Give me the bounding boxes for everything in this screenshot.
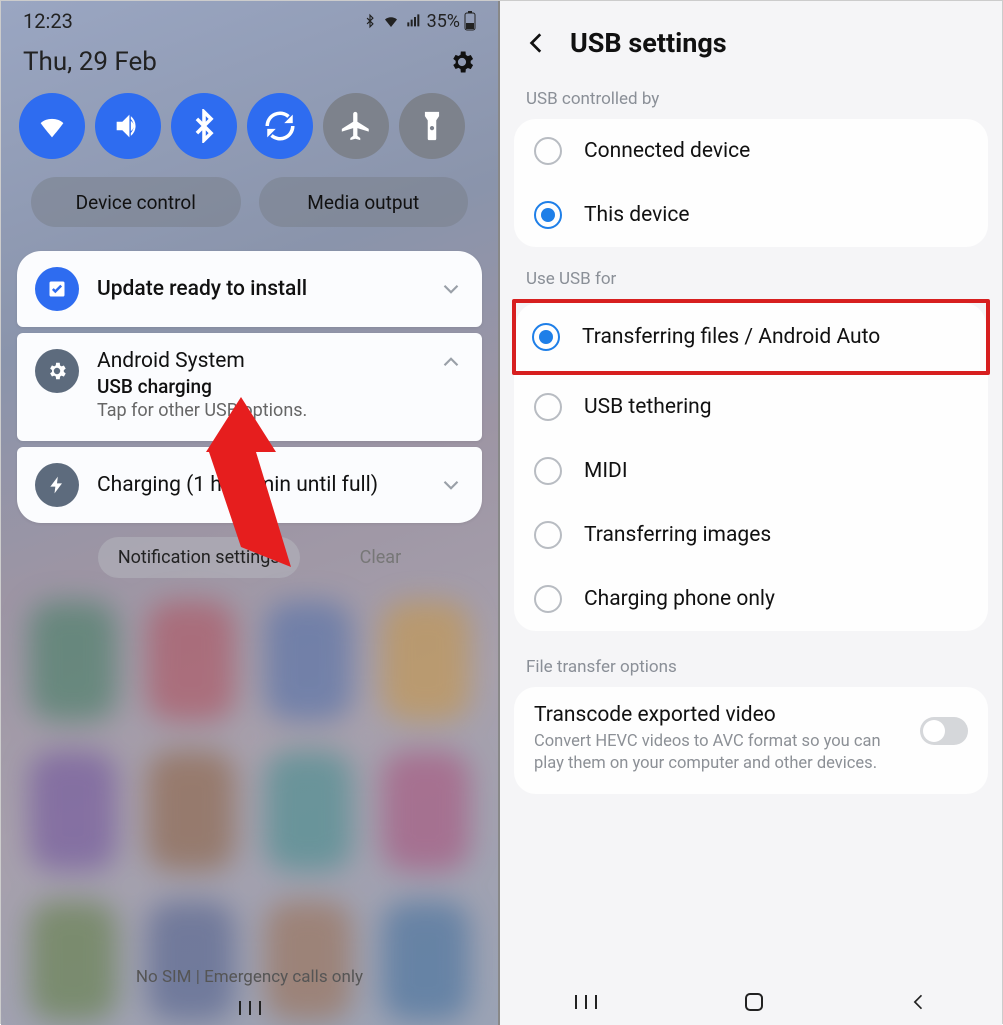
option-midi[interactable]: MIDI	[514, 439, 988, 503]
transcode-option[interactable]: Transcode exported video Convert HEVC vi…	[514, 687, 988, 794]
notification-title: Charging (1 h 27 min until full)	[97, 473, 438, 497]
transcode-title: Transcode exported video	[534, 703, 906, 727]
option-charging-only[interactable]: Charging phone only	[514, 567, 988, 631]
chevron-down-icon	[438, 276, 464, 302]
radio-checked-icon	[534, 201, 562, 229]
notification-charging[interactable]: Charging (1 h 27 min until full)	[17, 447, 482, 523]
section-label: File transfer options	[500, 649, 1002, 687]
home-icon[interactable]	[745, 993, 763, 1011]
section-label: Use USB for	[500, 261, 1002, 299]
section-label: USB controlled by	[500, 81, 1002, 119]
toggle-off-icon[interactable]	[920, 717, 968, 745]
option-usb-tethering[interactable]: USB tethering	[514, 375, 988, 439]
radio-checked-icon	[532, 323, 560, 351]
chevron-down-icon	[438, 472, 464, 498]
no-sim-label: No SIM | Emergency calls only	[1, 967, 498, 987]
option-label: Transferring files / Android Auto	[582, 325, 880, 349]
usb-settings-screen: USB settings USB controlled by Connected…	[500, 1, 1002, 1025]
notification-title: Update ready to install	[97, 277, 438, 301]
radio-unchecked-icon	[534, 521, 562, 549]
highlight-box: Transferring files / Android Auto	[512, 299, 990, 375]
option-connected-device[interactable]: Connected device	[514, 119, 988, 183]
option-label: Charging phone only	[584, 587, 775, 611]
option-label: MIDI	[584, 459, 628, 483]
transcode-subtitle: Convert HEVC videos to AVC format so you…	[534, 731, 906, 776]
option-label: This device	[584, 203, 690, 227]
notification-update[interactable]: Update ready to install	[17, 251, 482, 327]
checkbox-icon	[35, 267, 79, 311]
option-label: Transferring images	[584, 523, 771, 547]
page-title: USB settings	[570, 27, 727, 59]
bolt-icon	[35, 463, 79, 507]
notification-heading: USB charging	[97, 375, 438, 398]
option-label: USB tethering	[584, 395, 712, 419]
use-usb-for-group: USB tethering MIDI Transferring images C…	[514, 375, 988, 631]
option-transferring-images[interactable]: Transferring images	[514, 503, 988, 567]
chevron-up-icon	[438, 349, 464, 375]
usb-controlled-by-group: Connected device This device	[514, 119, 988, 247]
back-icon[interactable]	[524, 30, 550, 56]
radio-unchecked-icon	[534, 137, 562, 165]
notification-app: Android System	[97, 349, 438, 373]
option-this-device[interactable]: This device	[514, 183, 988, 247]
back-nav-icon[interactable]	[909, 992, 929, 1012]
recents-icon[interactable]	[573, 993, 599, 1011]
notification-shade: 12:23 35% Thu, 29 Feb Device control Med…	[1, 1, 500, 1025]
recents-icon[interactable]	[238, 999, 262, 1017]
radio-unchecked-icon	[534, 393, 562, 421]
notification-body: Tap for other USB options.	[97, 400, 438, 421]
nav-bar	[1, 991, 498, 1025]
radio-unchecked-icon	[534, 585, 562, 613]
nav-bar	[500, 979, 1002, 1025]
option-transferring-files[interactable]: Transferring files / Android Auto	[516, 303, 986, 371]
notification-usb[interactable]: Android System USB charging Tap for othe…	[17, 333, 482, 441]
gear-icon	[35, 349, 79, 393]
radio-unchecked-icon	[534, 457, 562, 485]
option-label: Connected device	[584, 139, 750, 163]
